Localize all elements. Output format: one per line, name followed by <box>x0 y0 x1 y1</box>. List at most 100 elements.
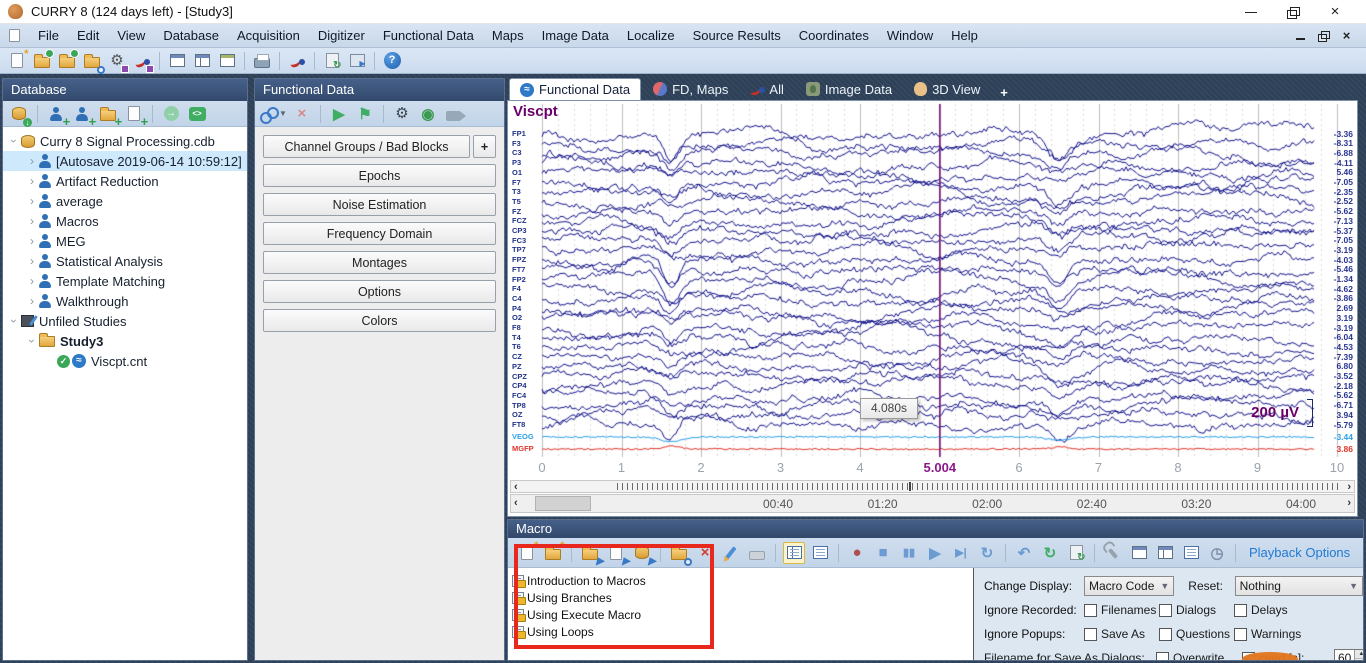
spinner-down-icon[interactable]: ▼ <box>1355 659 1363 660</box>
help-icon[interactable] <box>381 50 403 72</box>
stop-icon[interactable]: ■ <box>872 542 894 564</box>
expand-icon[interactable]: › <box>25 294 39 308</box>
find-study-icon[interactable] <box>81 50 103 72</box>
menu-functional-data[interactable]: Functional Data <box>374 28 483 43</box>
menu-maps[interactable]: Maps <box>483 28 533 43</box>
refresh-icon[interactable]: ↻ <box>1039 542 1061 564</box>
tree-item-study3[interactable]: ›Study3 <box>3 331 247 351</box>
reset-select[interactable]: Nothing▼ <box>1235 576 1363 596</box>
add-document-icon[interactable]: + <box>123 103 145 125</box>
ignore-popups-questions-checkbox[interactable]: Questions <box>1159 627 1234 641</box>
ignore-popups-save-as-checkbox[interactable]: Save As <box>1084 627 1159 641</box>
mdi-minimize-button[interactable] <box>1295 31 1306 41</box>
noise-estimation-button[interactable]: Noise Estimation <box>263 193 496 216</box>
macro-item-using-loops[interactable]: Using Loops <box>512 623 973 640</box>
video-icon[interactable] <box>346 50 368 72</box>
new-macro-folder-icon[interactable]: * <box>542 542 564 564</box>
expand-icon[interactable]: › <box>25 274 39 288</box>
mdi-document-icon[interactable] <box>9 29 20 42</box>
scroll-left-arrow[interactable]: ‹ <box>514 495 518 512</box>
scrollbar-thumb[interactable] <box>535 496 591 511</box>
menu-source-results[interactable]: Source Results <box>684 28 790 43</box>
scroll-right-arrow[interactable]: › <box>1347 495 1351 512</box>
script-icon[interactable] <box>321 50 343 72</box>
record-icon[interactable]: ● <box>846 542 868 564</box>
menu-image-data[interactable]: Image Data <box>533 28 618 43</box>
print-icon[interactable] <box>251 50 273 72</box>
menu-help[interactable]: Help <box>942 28 987 43</box>
restore-button[interactable] <box>1286 6 1300 18</box>
macro-item-using-branches[interactable]: Using Branches <box>512 589 973 606</box>
eeg-waveforms[interactable] <box>508 101 1357 459</box>
play-macro-icon[interactable]: ▶ <box>924 542 946 564</box>
expand-icon[interactable]: › <box>25 234 39 248</box>
tab-fd-maps[interactable]: FD, Maps <box>643 78 738 100</box>
slider-left-arrow[interactable]: ‹ <box>514 481 518 494</box>
pause-icon[interactable]: ▮▮ <box>898 542 920 564</box>
menu-acquisition[interactable]: Acquisition <box>228 28 309 43</box>
tree-item-template-matching[interactable]: ›Template Matching <box>3 271 247 291</box>
minimize-button[interactable] <box>1244 6 1258 18</box>
channel-groups-plus-button[interactable]: + <box>473 135 496 158</box>
flag-icon[interactable]: ⚑ <box>354 103 376 125</box>
tree-item-macros[interactable]: ›Macros <box>3 211 247 231</box>
colors-button[interactable]: Colors <box>263 309 496 332</box>
panel-image-icon[interactable] <box>1180 542 1202 564</box>
collapse-icon[interactable]: › <box>7 314 21 328</box>
mdi-close-button[interactable]: × <box>1341 31 1352 41</box>
add-user-icon[interactable]: + <box>45 103 67 125</box>
tab-functional-data[interactable]: Functional Data <box>509 78 641 100</box>
expand-icon[interactable]: › <box>25 194 39 208</box>
tree-item--autosave-2019-06-14-10-59-12-[interactable]: ›[Autosave 2019-06-14 10:59:12] <box>3 151 247 171</box>
loop-icon[interactable]: ↻ <box>976 542 998 564</box>
menu-coordinates[interactable]: Coordinates <box>790 28 878 43</box>
step-icon[interactable]: ▶| <box>950 542 972 564</box>
undo-icon[interactable]: ↶ <box>1013 542 1035 564</box>
slider-right-arrow[interactable]: › <box>1347 481 1351 494</box>
ignore-recorded-dialogs-checkbox[interactable]: Dialogs <box>1159 603 1234 617</box>
clock-icon[interactable]: ◷ <box>1206 542 1228 564</box>
tree-item-viscpt-cnt[interactable]: Viscpt.cnt <box>3 351 247 371</box>
run-folder-icon[interactable]: ▶ <box>579 542 601 564</box>
menu-digitizer[interactable]: Digitizer <box>309 28 374 43</box>
add-folder-icon[interactable]: + <box>97 103 119 125</box>
find-macro-icon[interactable] <box>668 542 690 564</box>
expand-icon[interactable]: › <box>25 214 39 228</box>
panel-pause-icon[interactable] <box>1154 542 1176 564</box>
edit-macro-icon[interactable] <box>720 542 742 564</box>
add-user-alt-icon[interactable]: + <box>71 103 93 125</box>
menu-edit[interactable]: Edit <box>68 28 108 43</box>
add-tab-button[interactable]: + <box>992 85 1016 100</box>
position-slider[interactable]: ‹ › <box>510 480 1355 493</box>
menu-localize[interactable]: Localize <box>618 28 684 43</box>
macro-item-using-execute-macro[interactable]: Using Execute Macro <box>512 606 973 623</box>
open-study-icon[interactable] <box>31 50 53 72</box>
overwrite-checkbox[interactable]: Overwrite <box>1156 651 1242 660</box>
ignore-recorded-filenames-checkbox[interactable]: Filenames <box>1084 603 1159 617</box>
expand-icon[interactable]: › <box>25 174 39 188</box>
collapse-icon[interactable]: › <box>7 134 21 148</box>
tree-item-walkthrough[interactable]: ›Walkthrough <box>3 291 247 311</box>
camera-icon[interactable] <box>443 103 465 125</box>
expand-icon[interactable]: › <box>25 154 39 168</box>
database-export-icon[interactable]: ↓ <box>8 103 30 125</box>
delete-icon[interactable]: × <box>291 103 313 125</box>
run-file-icon[interactable]: ▶ <box>605 542 627 564</box>
script-refresh-icon[interactable] <box>1065 542 1087 564</box>
collapse-icon[interactable]: › <box>25 334 39 348</box>
montages-button[interactable]: Montages <box>263 251 496 274</box>
tree-item-unfiled-studies[interactable]: ›Unfiled Studies <box>3 311 247 331</box>
options-button[interactable]: Options <box>263 280 496 303</box>
menu-window[interactable]: Window <box>878 28 942 43</box>
panel-next-icon[interactable] <box>1128 542 1150 564</box>
tree-item-average[interactable]: ›average <box>3 191 247 211</box>
all-views-icon[interactable] <box>286 50 308 72</box>
spinner-up-icon[interactable]: ▲ <box>1355 650 1363 659</box>
play-icon[interactable]: ▶ <box>328 103 350 125</box>
mdi-restore-button[interactable] <box>1318 31 1329 41</box>
proceed-seconds-spinner[interactable]: 60 ▲▼ <box>1334 649 1363 660</box>
run-database-icon[interactable]: ▶ <box>631 542 653 564</box>
tab-3d-view[interactable]: 3D View <box>904 78 990 100</box>
link-icon[interactable]: ▼ <box>260 103 287 125</box>
menu-file[interactable]: File <box>29 28 68 43</box>
